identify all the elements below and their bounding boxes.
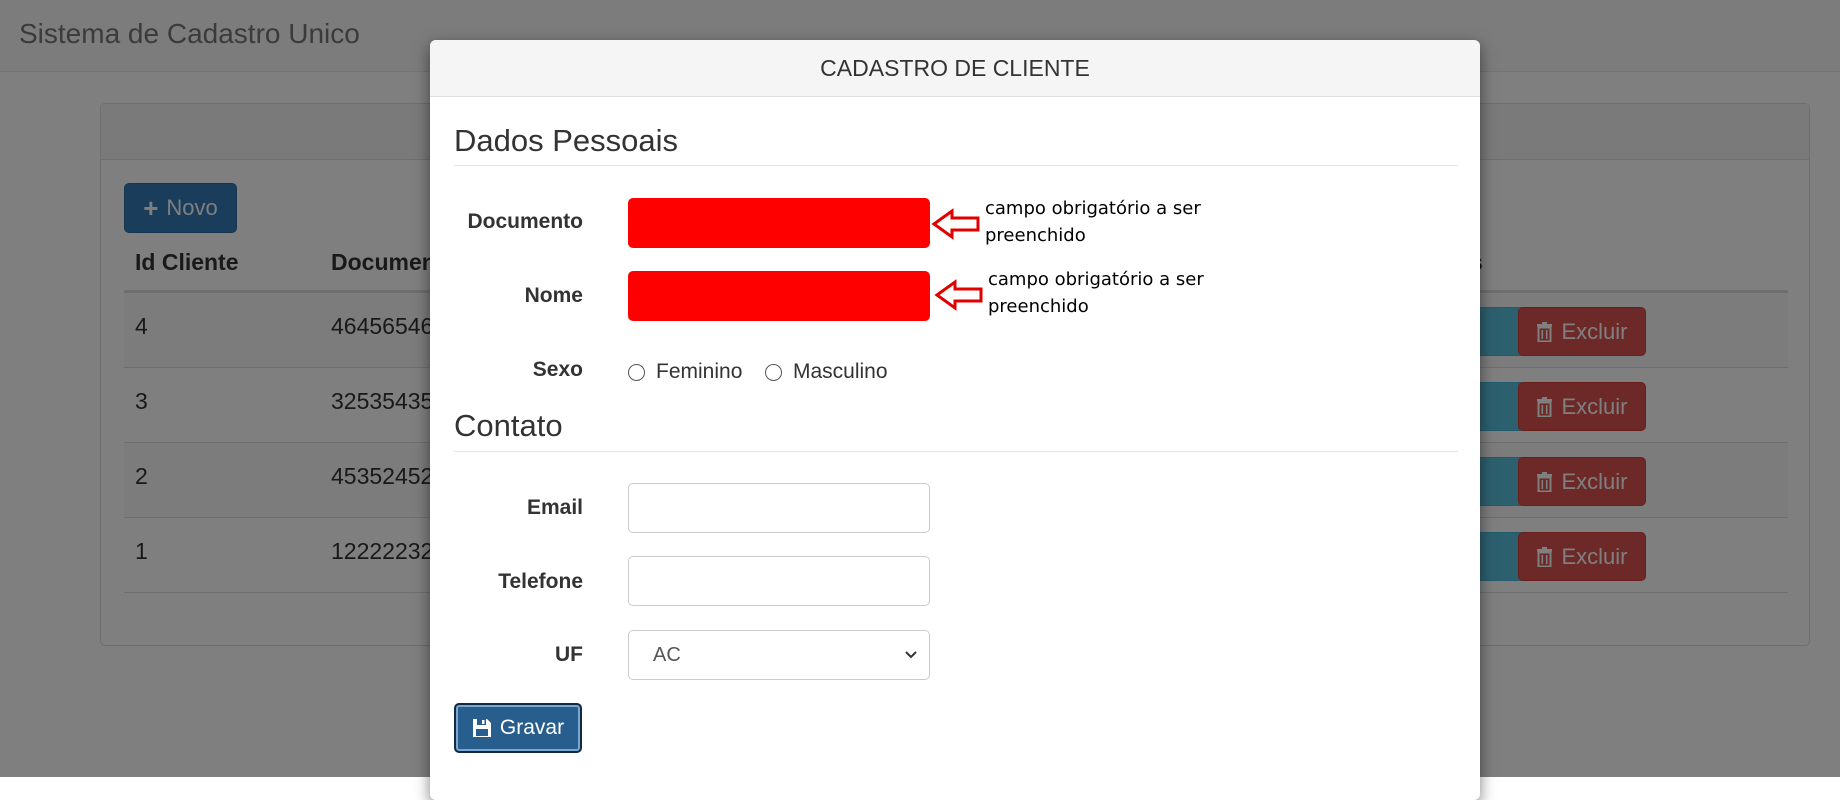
chevron-down-icon bbox=[905, 651, 917, 659]
radio-masculino-label: Masculino bbox=[793, 360, 888, 383]
radio-feminino-label: Feminino bbox=[656, 360, 743, 383]
section-divider bbox=[454, 165, 1458, 166]
radio-masculino[interactable]: Masculino bbox=[765, 360, 888, 384]
save-button[interactable]: Gravar bbox=[454, 703, 582, 753]
save-button-label: Gravar bbox=[499, 716, 565, 739]
email-input[interactable] bbox=[628, 483, 930, 533]
label-uf: UF bbox=[555, 643, 583, 666]
arrow-left-icon bbox=[934, 279, 983, 311]
section-title-contact: Contato bbox=[454, 408, 563, 443]
arrow-left-icon bbox=[931, 208, 980, 240]
uf-select[interactable]: AC bbox=[628, 630, 930, 680]
radio-feminino[interactable]: Feminino bbox=[628, 360, 742, 384]
required-annotation: campo obrigatório a ser preenchido bbox=[988, 266, 1248, 320]
documento-input[interactable] bbox=[628, 198, 930, 248]
radio-circle[interactable] bbox=[628, 363, 645, 381]
label-email: Email bbox=[526, 496, 583, 519]
annotation-line: campo obrigatório a ser bbox=[985, 198, 1201, 219]
required-annotation: campo obrigatório a ser preenchido bbox=[985, 195, 1245, 249]
client-modal: CADASTRO DE CLIENTE Dados Pessoais Docum… bbox=[430, 40, 1480, 800]
floppy-disk-icon bbox=[472, 719, 491, 737]
annotation-line: campo obrigatório a ser bbox=[988, 269, 1204, 290]
radio-circle[interactable] bbox=[765, 363, 782, 381]
label-sexo: Sexo bbox=[532, 358, 583, 381]
label-nome: Nome bbox=[524, 284, 583, 307]
annotation-line: preenchido bbox=[988, 296, 1089, 317]
uf-selected-value: AC bbox=[653, 643, 681, 666]
nome-input[interactable] bbox=[628, 271, 930, 321]
label-telefone: Telefone bbox=[498, 570, 583, 593]
modal-title: CADASTRO DE CLIENTE bbox=[430, 40, 1480, 97]
section-title-personal: Dados Pessoais bbox=[454, 123, 679, 158]
telefone-input[interactable] bbox=[628, 556, 930, 606]
annotation-line: preenchido bbox=[985, 225, 1086, 246]
label-documento: Documento bbox=[467, 210, 584, 233]
section-divider bbox=[454, 451, 1458, 452]
